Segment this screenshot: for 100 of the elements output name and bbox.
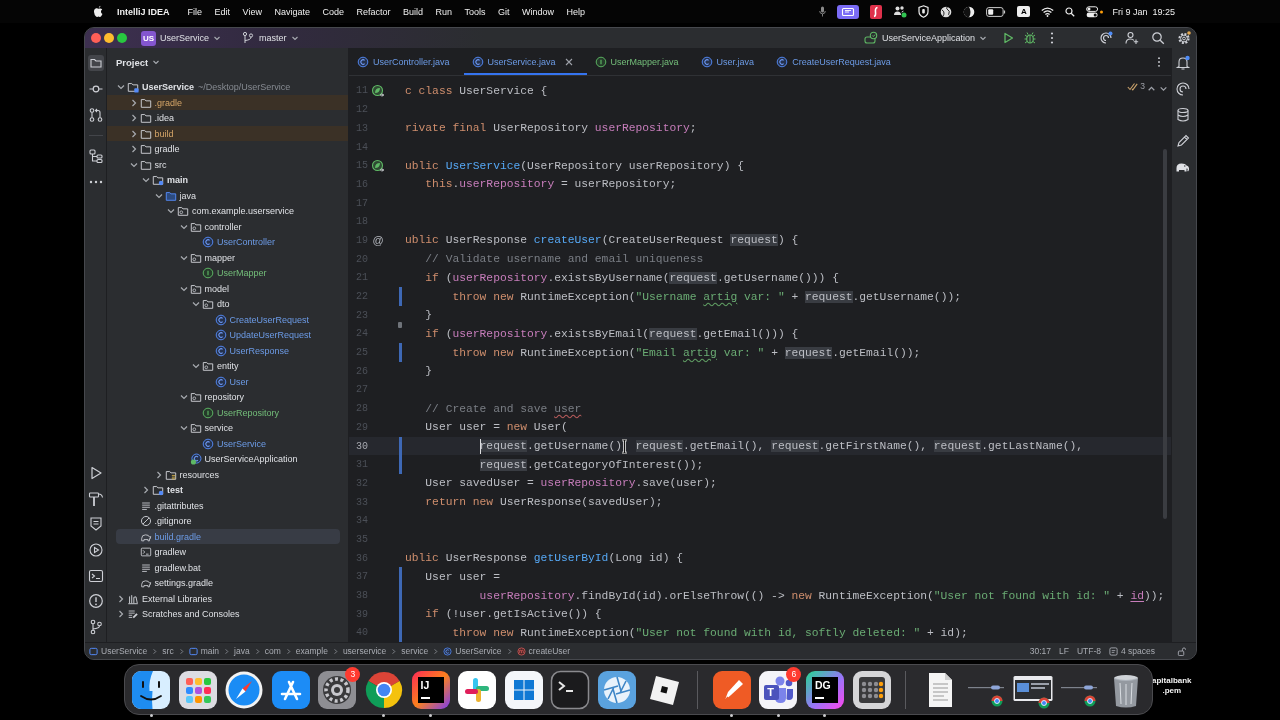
menu-bar-date[interactable]: Fri 9 Jan xyxy=(1112,6,1148,17)
chevron-down-icon[interactable] xyxy=(178,423,189,433)
changed-lines-marker[interactable] xyxy=(399,567,402,587)
globe-icon[interactable] xyxy=(940,5,953,18)
shield-icon[interactable] xyxy=(918,5,930,18)
half-circle-icon[interactable] xyxy=(963,5,976,18)
tools-tile-icon[interactable] xyxy=(270,669,311,710)
chevron-right-icon[interactable] xyxy=(141,485,151,495)
gutter-marker[interactable]: @ xyxy=(371,234,385,247)
menu-item[interactable]: Navigate xyxy=(274,6,310,17)
breadcrumb[interactable]: example xyxy=(295,646,328,656)
chevron-right-icon[interactable] xyxy=(116,593,126,604)
tree-item[interactable]: dto xyxy=(107,296,348,312)
line-separator[interactable]: LF xyxy=(1058,646,1069,656)
pen-tile-icon[interactable] xyxy=(711,669,752,710)
terminal-icon[interactable] xyxy=(550,669,591,710)
chevron-down-icon[interactable] xyxy=(1159,84,1168,93)
tree-item[interactable]: gradlew xyxy=(107,544,348,560)
tree-item[interactable]: build.gradle xyxy=(116,528,340,545)
menu-item[interactable]: Edit xyxy=(214,6,231,17)
spiral-icon[interactable] xyxy=(1099,31,1113,45)
tree-item[interactable]: User xyxy=(107,373,348,390)
tree-item[interactable]: UserController xyxy=(107,234,348,250)
minimize-button[interactable] xyxy=(104,33,114,43)
chevron-down-icon[interactable] xyxy=(166,206,176,216)
indent-setting[interactable]: 4 spaces xyxy=(1108,646,1155,656)
bell-icon[interactable] xyxy=(1175,55,1191,71)
breadcrumb[interactable]: java xyxy=(234,646,250,656)
play-circle-icon[interactable] xyxy=(87,541,104,558)
changed-lines-marker[interactable] xyxy=(399,343,402,362)
menu-bar-time[interactable]: 19:25 xyxy=(1152,6,1175,17)
chevron-down-icon[interactable] xyxy=(191,361,201,371)
chevron-down-icon[interactable] xyxy=(178,392,189,402)
breadcrumb[interactable]: createUser xyxy=(516,646,571,656)
close-icon[interactable] xyxy=(564,57,573,66)
leaf-circle-icon[interactable] xyxy=(371,158,385,173)
apple-icon[interactable] xyxy=(93,5,104,18)
tree-item[interactable]: resources xyxy=(107,466,348,483)
menu-item[interactable]: Help xyxy=(566,6,586,17)
branch-selector[interactable]: master xyxy=(241,31,299,45)
bug-icon[interactable] xyxy=(1023,31,1037,45)
chevron-down-icon[interactable] xyxy=(116,82,126,92)
segmented-circle-icon[interactable] xyxy=(363,669,404,710)
breadcrumb[interactable]: UserService xyxy=(89,646,148,656)
pull-request-icon[interactable] xyxy=(87,107,104,123)
menu-item[interactable]: File xyxy=(187,6,203,17)
menu-item[interactable]: Refactor xyxy=(356,6,391,17)
tag-icon[interactable] xyxy=(87,516,104,533)
project-view-dropdown[interactable]: Project xyxy=(116,56,161,68)
tree-item[interactable]: .gitattributes xyxy=(107,497,348,514)
tree-item[interactable]: .gitignore xyxy=(107,513,348,529)
editor-tab[interactable]: UserController.java xyxy=(349,48,464,75)
tree-item[interactable]: UserServiceApplication xyxy=(107,451,348,467)
microphone-icon[interactable] xyxy=(819,6,827,17)
tree-item[interactable]: UserRepository xyxy=(107,404,348,421)
screen-share-icon[interactable] xyxy=(837,4,860,19)
smile-tile-icon[interactable] xyxy=(131,669,171,710)
caret-position[interactable]: 30:17 xyxy=(1029,646,1051,656)
menu-item[interactable]: Window xyxy=(522,6,555,17)
folder-icon[interactable] xyxy=(87,55,104,71)
breadcrumb[interactable]: UserService xyxy=(443,646,502,656)
tree-item[interactable]: External Libraries xyxy=(107,590,348,607)
deleted-lines-marker[interactable] xyxy=(398,321,402,328)
chevron-down-icon[interactable] xyxy=(141,175,151,185)
tree-item[interactable]: UserService xyxy=(107,435,348,452)
menu-item[interactable]: Build xyxy=(402,6,423,17)
tree-item[interactable]: test xyxy=(107,482,348,498)
tree-item[interactable]: UserMapper xyxy=(107,265,348,281)
calculator-icon[interactable] xyxy=(851,669,892,710)
tree-item[interactable]: UserResponse xyxy=(107,342,348,359)
file-label[interactable]: apitalbank .pem xyxy=(1152,676,1192,696)
close-button[interactable] xyxy=(91,33,101,43)
settings-icon[interactable] xyxy=(1177,31,1191,45)
pinwheel-icon[interactable] xyxy=(457,669,498,710)
aperture-icon[interactable] xyxy=(596,669,637,710)
people-icon[interactable] xyxy=(893,5,908,18)
terminal-icon[interactable] xyxy=(87,567,104,584)
app-menu[interactable]: IntelliJ IDEA xyxy=(117,6,170,17)
app-grid-icon[interactable] xyxy=(177,669,218,710)
battery-icon[interactable] xyxy=(986,6,1007,17)
tree-item[interactable]: build xyxy=(107,125,348,142)
editor-tab[interactable]: User.java xyxy=(692,48,769,75)
editor-tab[interactable]: CreateUserRequest.java xyxy=(768,48,905,75)
ide-tile-icon[interactable] xyxy=(410,669,451,710)
tree-item[interactable]: controller xyxy=(107,218,348,235)
editor-tab[interactable]: UserMapper.java xyxy=(586,48,693,75)
menu-item[interactable]: Git xyxy=(498,6,510,17)
chevron-right-icon[interactable] xyxy=(116,609,126,619)
project-selector[interactable]: US UserService xyxy=(141,30,221,46)
hierarchy-icon[interactable] xyxy=(87,148,104,164)
tree-item[interactable]: model xyxy=(107,280,348,297)
menu-item[interactable]: Run xyxy=(435,6,452,17)
exclamation-circle-icon[interactable] xyxy=(87,593,104,610)
chevron-up-icon[interactable] xyxy=(1147,84,1156,93)
four-panes-icon[interactable] xyxy=(503,669,544,710)
database-icon[interactable] xyxy=(1175,107,1191,123)
zoom-button[interactable] xyxy=(117,33,127,43)
spiral-icon[interactable] xyxy=(1175,81,1191,97)
tree-item[interactable]: UpdateUserRequest xyxy=(107,327,348,343)
people-tile-icon[interactable] xyxy=(758,669,799,710)
